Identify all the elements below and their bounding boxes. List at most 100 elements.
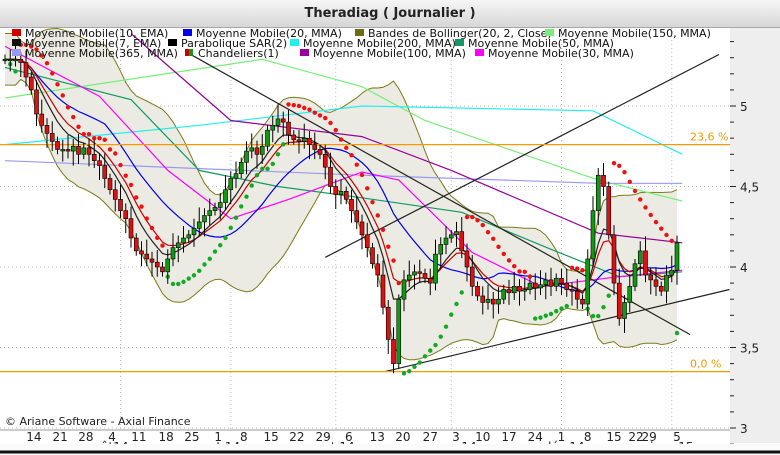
candle-body [490, 298, 496, 305]
candle-body [496, 298, 501, 305]
x-day-label: 21 [52, 430, 67, 444]
candle-body [622, 302, 627, 319]
candle-body [643, 250, 648, 276]
candle-body [102, 165, 108, 179]
candle-body [97, 160, 102, 166]
sar-dot [281, 142, 286, 147]
sar-dot [517, 269, 522, 274]
sar-dot [548, 311, 554, 317]
sar-dot [622, 169, 627, 175]
candle-body [223, 189, 228, 203]
sar-dot [674, 330, 680, 336]
candle-body [517, 286, 522, 292]
sar-dot [44, 61, 50, 66]
sar-dot [538, 315, 543, 320]
candle-body [196, 221, 202, 229]
candle-body [538, 284, 543, 289]
candle-body [133, 237, 139, 252]
stock-chart: 23,6 %0,0 % Moyenne Mobile(10, EMA) Moyen… [0, 27, 780, 455]
candle-body [165, 258, 171, 273]
candle-body [49, 133, 55, 142]
sar-dot [97, 136, 102, 141]
sar-dot [249, 183, 254, 188]
candle [606, 181, 612, 240]
sar-dot [454, 301, 459, 307]
sar-dot [260, 166, 265, 171]
sar-dot [71, 114, 76, 120]
candle-body [144, 253, 150, 260]
x-day-label: 18 [159, 430, 174, 444]
sar-dot [202, 262, 207, 267]
sar-dot [186, 276, 191, 281]
sar-dot [365, 186, 370, 191]
candle-body [91, 154, 97, 162]
candle-body [160, 266, 165, 273]
sar-dot [128, 182, 134, 188]
candle-body [412, 271, 417, 276]
legend-label: Moyenne Mobile(100, MMA) [313, 47, 466, 60]
candle-body [590, 210, 596, 260]
sar-dot [55, 82, 60, 87]
sar-dot [176, 281, 181, 287]
candle-body [380, 274, 386, 308]
candle-body [286, 121, 291, 136]
candle-body [338, 191, 344, 195]
sar-dot [323, 115, 328, 121]
sar-dot [527, 274, 533, 279]
sar-dot [123, 173, 128, 178]
sar-dot [428, 348, 433, 353]
sar-dot [60, 93, 65, 98]
sar-dot [480, 222, 485, 228]
candle-body [464, 250, 470, 268]
candle-body [574, 290, 580, 300]
sar-dot [275, 152, 281, 157]
sar-dot [596, 313, 601, 319]
candle-body [627, 286, 633, 303]
sar-dot [307, 107, 312, 112]
candle-body [65, 149, 71, 152]
sar-dot [86, 131, 92, 137]
sar-dot [449, 312, 454, 317]
candle-body [454, 231, 459, 236]
candle-body [427, 277, 433, 284]
candle-body [606, 186, 612, 236]
candle-body [559, 277, 564, 284]
sar-dot [433, 342, 438, 348]
y-tick-label: 4,5 [740, 181, 759, 195]
sar-dot [575, 266, 580, 271]
x-day-label: 11 [131, 430, 146, 444]
sar-dot [102, 137, 107, 143]
candle-body [228, 178, 234, 191]
candle-body [616, 282, 622, 319]
sar-dot [664, 232, 669, 238]
sar-dot [149, 225, 155, 231]
sar-dot [333, 127, 338, 133]
sar-dot [559, 306, 564, 311]
candle-body [475, 286, 480, 297]
fibonacci-label: 23,6 % [690, 131, 728, 144]
legend-swatch-green [189, 49, 193, 56]
candle-body [438, 244, 444, 255]
sar-dot [653, 219, 659, 225]
candle-body [291, 134, 297, 141]
candle-body [569, 289, 575, 292]
sar-dot [569, 265, 575, 271]
sar-dot [407, 368, 412, 374]
candle-body [349, 199, 354, 211]
candle-body [632, 263, 638, 287]
candle-body [648, 274, 654, 281]
sar-dot [386, 244, 391, 249]
candle-body [60, 149, 66, 152]
x-day-label: 24 [528, 430, 543, 444]
sar-dot [296, 103, 302, 109]
candle-body [543, 279, 549, 286]
fibonacci-label: 0,0 % [690, 358, 721, 371]
sar-dot [580, 267, 585, 273]
sar-dot [181, 279, 186, 285]
candle-body [149, 258, 155, 263]
candle [632, 258, 638, 292]
sar-dot [643, 205, 648, 210]
sar-dot [144, 216, 149, 221]
x-day-label: 10 [475, 430, 490, 444]
sar-dot [139, 204, 144, 209]
